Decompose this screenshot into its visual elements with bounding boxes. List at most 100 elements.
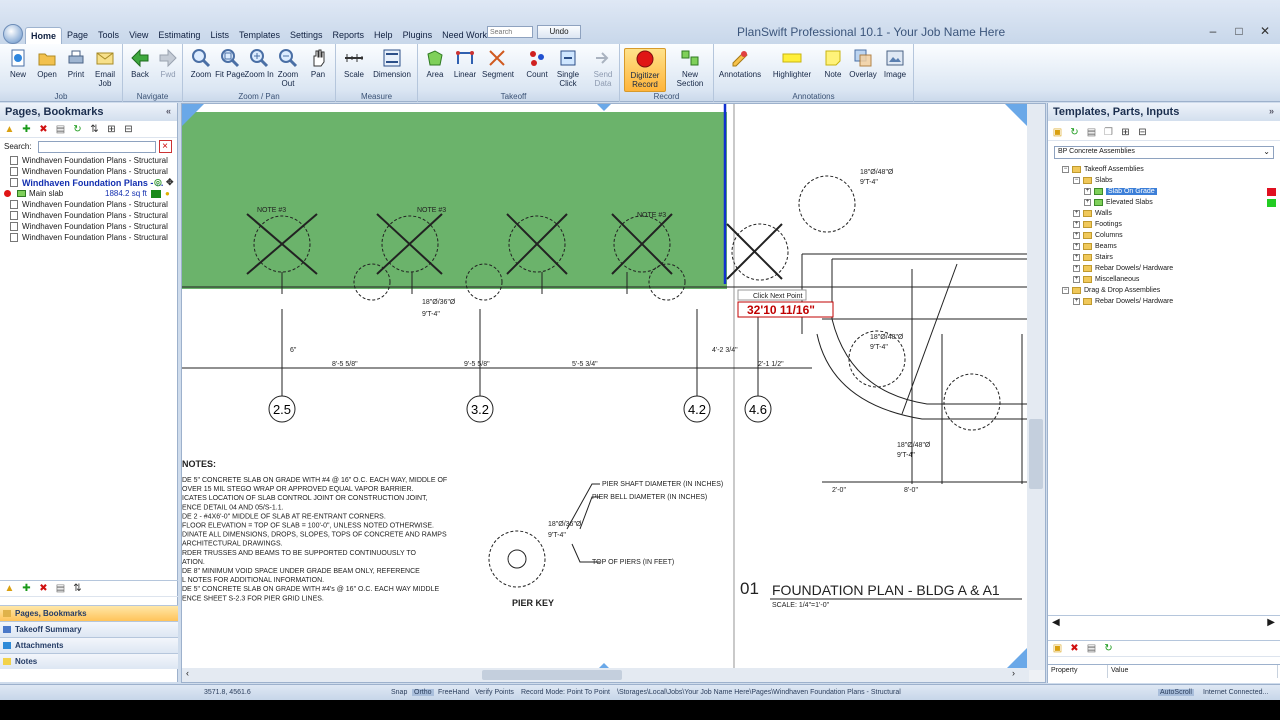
bookmark-icon[interactable]: ▲ (4, 124, 15, 135)
delete-icon[interactable]: ✖ (38, 124, 49, 135)
menu-lists[interactable]: Lists (205, 27, 234, 44)
expand-toggle-icon[interactable]: + (1073, 232, 1080, 239)
pages-search-input[interactable] (37, 140, 156, 153)
sort-icon[interactable]: ⇅ (72, 583, 83, 594)
add-icon[interactable]: ✚ (21, 124, 32, 135)
expand-toggle-icon[interactable]: + (1084, 199, 1091, 206)
add-icon[interactable]: ✚ (21, 583, 32, 594)
color-swatch[interactable] (1267, 187, 1276, 196)
menu-home[interactable]: Home (25, 27, 63, 44)
tab-pages-bookmarks[interactable]: Pages, Bookmarks (0, 605, 178, 621)
minimize-icon[interactable]: – (1200, 22, 1226, 40)
zoom-in-button[interactable]: Zoom In (244, 48, 274, 79)
template-tree-item[interactable]: + Columns (1062, 230, 1280, 241)
template-tree-item[interactable]: + Rebar Dowels/ Hardware (1062, 263, 1280, 274)
slab-takeoff-area[interactable] (182, 112, 727, 289)
settings-icon[interactable]: ▣ (1052, 643, 1063, 654)
fit-page-button[interactable]: Fit Page (215, 48, 245, 79)
menu-page[interactable]: Page (62, 27, 93, 44)
overlay-button[interactable]: Overlay (848, 48, 878, 79)
tab-attachments[interactable]: Attachments (0, 637, 178, 653)
menu-settings[interactable]: Settings (285, 27, 328, 44)
snap-toggle[interactable]: Snap (391, 689, 407, 696)
pan-button[interactable]: Pan (303, 48, 333, 79)
page-item[interactable]: Windhaven Foundation Plans - Structural (0, 155, 177, 166)
scroll-left-icon[interactable]: ‹ (186, 668, 189, 678)
scroll-right-icon[interactable]: › (1012, 668, 1015, 678)
expand-toggle-icon[interactable]: − (1073, 177, 1080, 184)
sort-icon[interactable]: ⇅ (89, 124, 100, 135)
open-button[interactable]: Open (32, 48, 62, 79)
linear-button[interactable]: Linear (450, 48, 480, 79)
horizontal-scroll-thumb[interactable] (482, 670, 622, 680)
menu-estimating[interactable]: Estimating (153, 27, 205, 44)
template-tree-item[interactable]: + Stairs (1062, 252, 1280, 263)
template-tree-item[interactable]: + Slab On Grade (1062, 186, 1280, 197)
zoom-button[interactable]: Zoom (186, 48, 216, 79)
segment-button[interactable]: Segment (482, 48, 514, 79)
back-button[interactable]: Back (125, 48, 155, 79)
properties-icon[interactable]: ▤ (55, 124, 66, 135)
forward-button[interactable]: Fwd (153, 48, 183, 79)
menu-tools[interactable]: Tools (93, 27, 124, 44)
expand-toggle-icon[interactable]: + (1073, 254, 1080, 261)
properties-icon[interactable]: ▤ (1086, 127, 1097, 138)
ortho-toggle[interactable]: Ortho (412, 689, 434, 696)
page-item[interactable]: Windhaven Foundation Plans - Structural (0, 232, 177, 243)
template-dropdown[interactable]: BP Concrete Assemblies ⌄ (1054, 146, 1274, 159)
tab-notes[interactable]: Notes (0, 653, 178, 669)
count-button[interactable]: Count (522, 48, 552, 79)
close-icon[interactable]: ✕ (1252, 22, 1278, 40)
expand-toggle-icon[interactable]: + (1073, 210, 1080, 217)
app-menu-button[interactable] (3, 24, 23, 44)
clear-search-icon[interactable]: × (158, 140, 172, 153)
horizontal-scrollbar[interactable]: ‹ › (182, 668, 1029, 682)
template-tree-item[interactable]: − Drag & Drop Assemblies (1062, 285, 1280, 296)
undo-button[interactable]: Undo (537, 25, 581, 39)
blueprint-drawing[interactable]: 2.5 3.2 4.2 4.6 NOTE #3 NOTE #3 NOTE #3 … (182, 104, 1027, 670)
email-job-button[interactable]: Email Job (90, 48, 120, 88)
zoom-out-button[interactable]: Zoom Out (273, 48, 303, 88)
open-folder-icon[interactable]: ▣ (1052, 127, 1063, 138)
new-section-button[interactable]: New Section (670, 48, 710, 88)
properties-icon[interactable]: ▤ (55, 583, 66, 594)
digitizer-record-button[interactable]: Digitizer Record (624, 48, 666, 92)
corner-handle-icon[interactable] (1005, 648, 1027, 670)
freehand-toggle[interactable]: FreeHand (438, 689, 469, 696)
expand-toggle-icon[interactable]: + (1073, 298, 1080, 305)
refresh-icon[interactable]: ↻ (1069, 127, 1080, 138)
page-item[interactable]: Windhaven Foundation Plans - Structural (0, 210, 177, 221)
expand-all-icon[interactable]: ⊞ (106, 124, 117, 135)
expand-all-icon[interactable]: ⊞ (1120, 127, 1131, 138)
copy-icon[interactable]: ❐ (1103, 127, 1114, 138)
collapse-all-icon[interactable]: ⊟ (1137, 127, 1148, 138)
template-tree-item[interactable]: + Elevated Slabs (1062, 197, 1280, 208)
vertical-scrollbar[interactable] (1027, 104, 1045, 670)
page-item-active[interactable]: Windhaven Foundation Plans - ... ◎ ✥ (0, 177, 177, 188)
refresh-icon[interactable]: ↻ (72, 124, 83, 135)
scroll-left-icon[interactable]: ◀ (1052, 617, 1060, 628)
delete-icon[interactable]: ✖ (38, 583, 49, 594)
refresh-icon[interactable]: ↻ (1103, 643, 1114, 654)
tree-hscrollbar[interactable]: ◀ ▶ (1048, 615, 1280, 631)
bookmark-icon[interactable]: ▲ (4, 583, 15, 594)
vertical-scroll-thumb[interactable] (1029, 419, 1043, 489)
annotations-button[interactable]: Annotations (718, 48, 762, 79)
menu-view[interactable]: View (124, 27, 153, 44)
color-swatch[interactable] (151, 189, 161, 198)
template-tree-item[interactable]: + Beams (1062, 241, 1280, 252)
expand-toggle-icon[interactable]: + (1073, 243, 1080, 250)
template-tree-item[interactable]: − Slabs (1062, 175, 1280, 186)
collapse-all-icon[interactable]: ⊟ (123, 124, 134, 135)
takeoff-item-main-slab[interactable]: Main slab 1884.2 sq ft ● (0, 188, 177, 199)
page-item[interactable]: Windhaven Foundation Plans - Structural (0, 166, 177, 177)
corner-handle-icon[interactable] (597, 104, 611, 111)
scale-button[interactable]: Scale (339, 48, 369, 79)
page-item[interactable]: Windhaven Foundation Plans - Structural (0, 221, 177, 232)
color-swatch[interactable] (1267, 198, 1276, 207)
new-button[interactable]: New (3, 48, 33, 79)
properties-icon[interactable]: ▤ (1086, 643, 1097, 654)
expand-toggle-icon[interactable]: − (1062, 166, 1069, 173)
image-button[interactable]: Image (880, 48, 910, 79)
template-tree-item[interactable]: − Takeoff Assemblies (1062, 164, 1280, 175)
